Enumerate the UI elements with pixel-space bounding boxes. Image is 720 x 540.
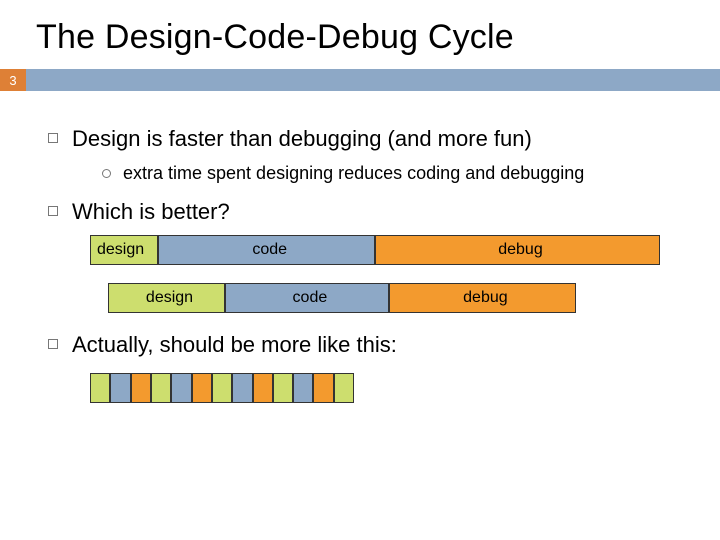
bullet-text: Which is better? xyxy=(72,198,230,226)
bullet-level2: extra time spent designing reduces codin… xyxy=(102,163,686,184)
slice-code xyxy=(110,373,130,403)
segment-debug: debug xyxy=(389,283,576,313)
slice-design xyxy=(334,373,354,403)
slice-code xyxy=(293,373,313,403)
segment-code: code xyxy=(158,235,375,265)
slice-debug xyxy=(253,373,273,403)
header-band: 3 xyxy=(0,69,720,91)
bullet-level1: Actually, should be more like this: xyxy=(48,331,686,359)
slice-design xyxy=(90,373,110,403)
comparison-bars: design code debug design code debug xyxy=(90,235,686,313)
interleaved-bar xyxy=(90,373,354,403)
bullet-level1: Which is better? xyxy=(48,198,686,226)
slice-design xyxy=(151,373,171,403)
slice-debug xyxy=(313,373,333,403)
slide: The Design-Code-Debug Cycle 3 Design is … xyxy=(0,0,720,540)
slide-title: The Design-Code-Debug Cycle xyxy=(0,0,720,69)
effort-bar-1: design code debug xyxy=(90,235,660,265)
interleaved-bar-wrap xyxy=(90,373,686,403)
header-band-fill xyxy=(26,69,720,91)
segment-code: code xyxy=(225,283,389,313)
bullet-text: Actually, should be more like this: xyxy=(72,331,397,359)
bullet-text: extra time spent designing reduces codin… xyxy=(123,163,584,184)
square-bullet-icon xyxy=(48,133,58,143)
slice-debug xyxy=(192,373,212,403)
segment-design: design xyxy=(108,283,225,313)
bullet-text: Design is faster than debugging (and mor… xyxy=(72,125,532,153)
effort-bar-2: design code debug xyxy=(108,283,576,313)
slice-code xyxy=(171,373,191,403)
segment-design: design xyxy=(90,235,158,265)
slide-number: 3 xyxy=(0,69,26,91)
slice-debug xyxy=(131,373,151,403)
square-bullet-icon xyxy=(48,339,58,349)
circle-bullet-icon xyxy=(102,169,111,178)
slice-code xyxy=(232,373,252,403)
square-bullet-icon xyxy=(48,206,58,216)
slice-design xyxy=(273,373,293,403)
bullet-level1: Design is faster than debugging (and mor… xyxy=(48,125,686,153)
segment-debug: debug xyxy=(375,235,660,265)
content-area: Design is faster than debugging (and mor… xyxy=(0,91,720,403)
slice-design xyxy=(212,373,232,403)
